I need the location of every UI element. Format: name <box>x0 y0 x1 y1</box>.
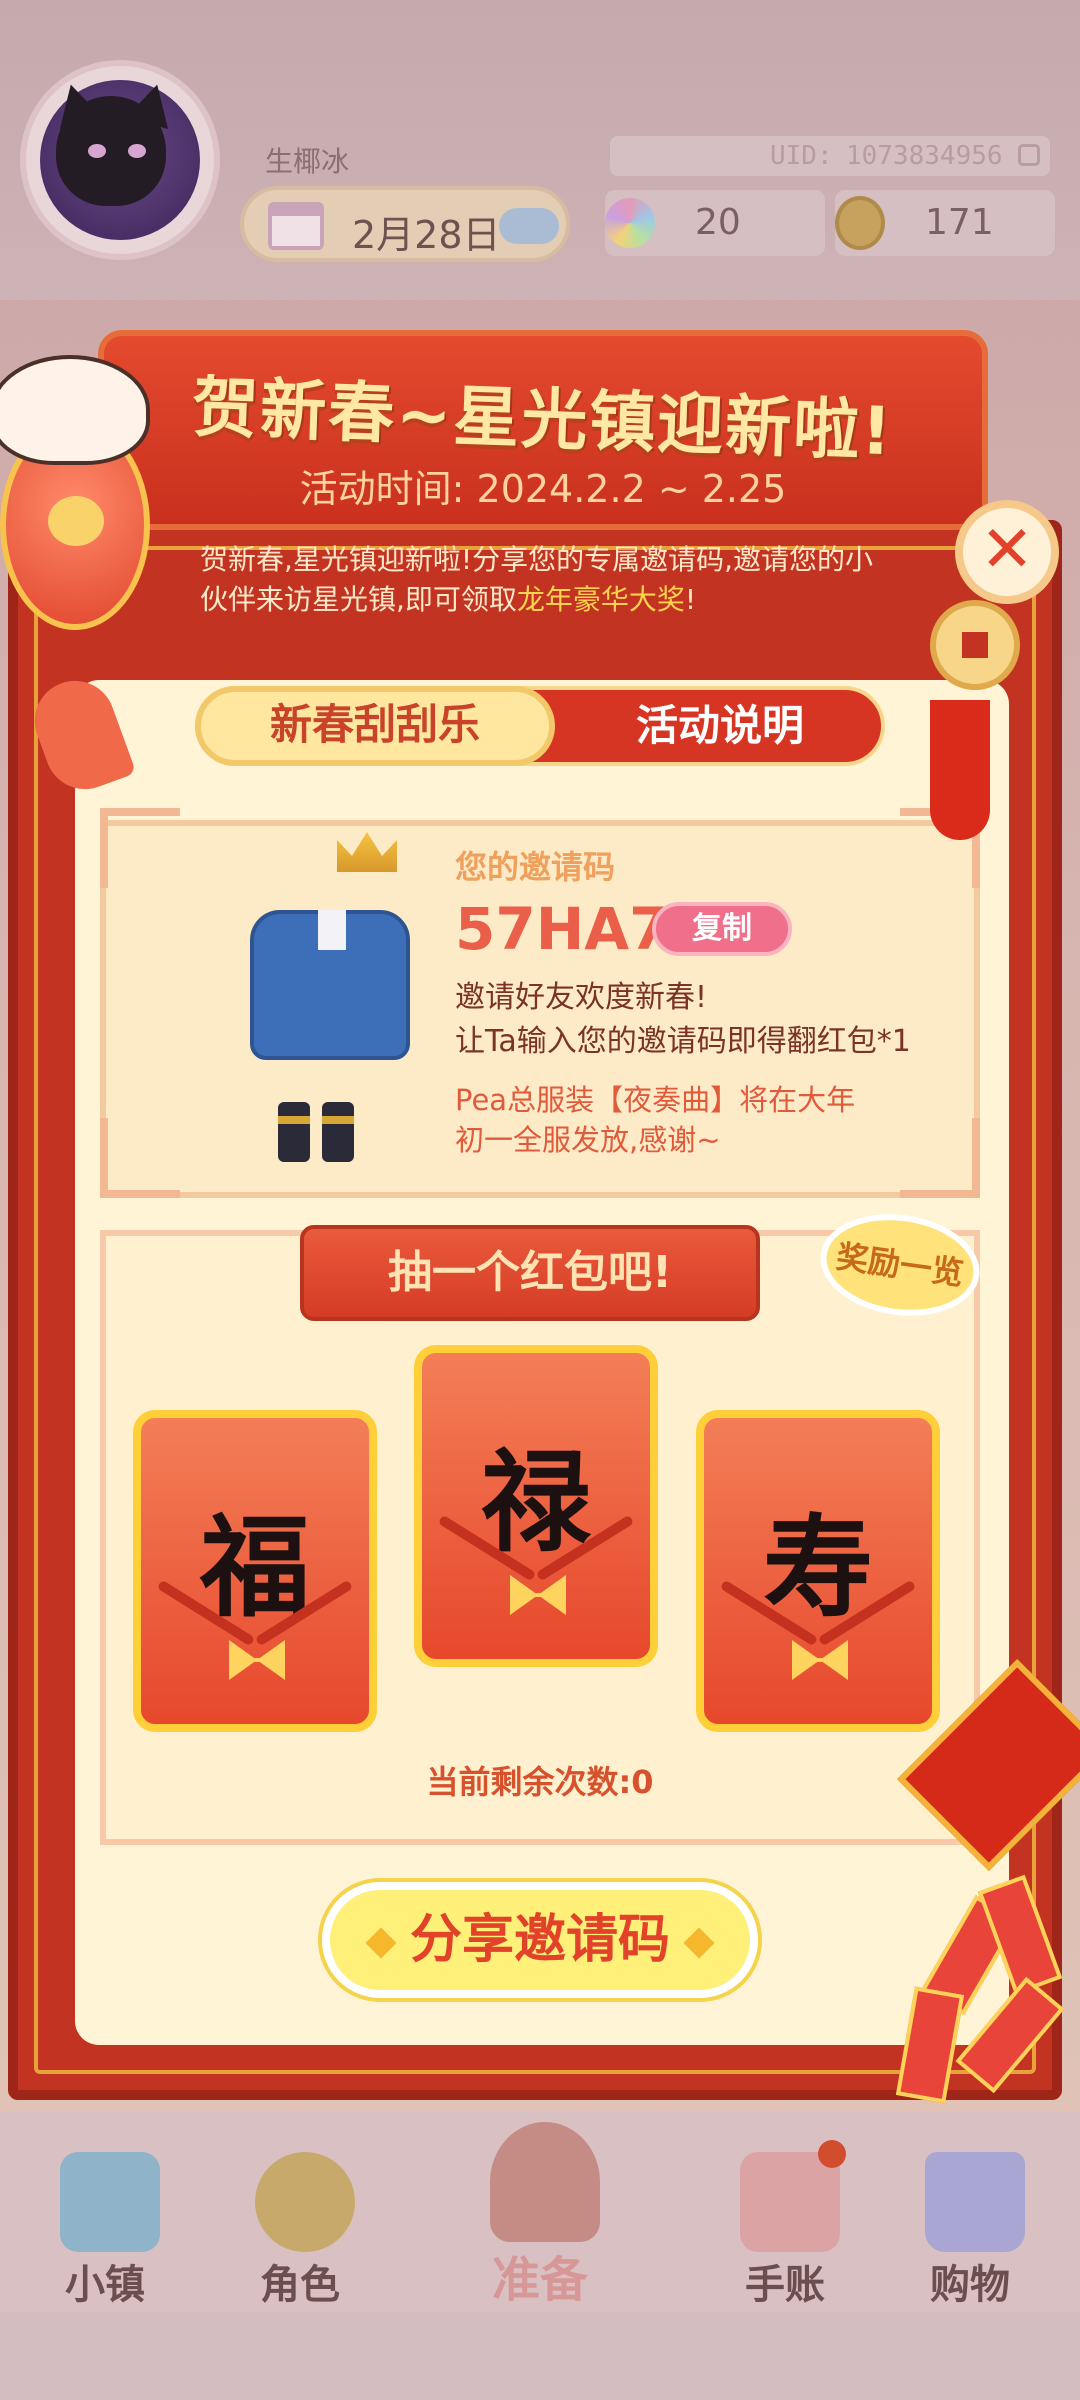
intro-highlight: 龙年豪华大奖 <box>516 583 685 616</box>
uid-value: 1073834956 <box>846 141 1003 171</box>
top-bar: 生椰冰 UID: 1073834956 2月28日 20 171 <box>0 0 1080 300</box>
calendar-icon <box>268 202 324 250</box>
scallop-edge <box>0 280 1080 300</box>
nav-label: 准备 <box>491 2252 588 2308</box>
share-label: 分享邀请码 <box>409 1910 670 1970</box>
username: 生椰冰 <box>265 145 350 178</box>
notification-badge <box>818 2140 846 2168</box>
copy-icon[interactable] <box>1018 144 1040 166</box>
diamond-icon <box>683 1927 715 1959</box>
intro-end: ! <box>684 583 697 616</box>
nav-shop[interactable]: 购物 <box>880 2112 1060 2312</box>
coin-resource[interactable]: 171 <box>835 190 1055 256</box>
paw-icon <box>48 496 104 546</box>
cloud-icon <box>499 208 559 244</box>
basket-icon <box>490 2122 600 2242</box>
cat-eye-left <box>88 144 106 158</box>
journal-icon <box>740 2152 840 2252</box>
nav-label: 角色 <box>260 2262 340 2308</box>
envelope-char: 福 <box>200 1503 310 1632</box>
black-cat-avatar-icon <box>56 96 166 206</box>
outfit-preview <box>230 910 430 1070</box>
nav-label: 购物 <box>930 2262 1010 2308</box>
bow-icon <box>510 1575 566 1615</box>
copy-button[interactable]: 复制 <box>652 902 792 956</box>
map-icon <box>60 2152 160 2252</box>
tab-scratch[interactable]: 新春刮刮乐 <box>195 686 555 766</box>
bow-icon <box>792 1640 848 1680</box>
red-envelope-fu[interactable]: 福 <box>133 1410 377 1732</box>
coin-icon <box>835 196 885 250</box>
nav-town[interactable]: 小镇 <box>15 2112 195 2312</box>
bow-icon <box>229 1640 285 1680</box>
boot-left <box>278 1102 310 1162</box>
corner-ornament <box>100 1118 180 1198</box>
coin-count: 171 <box>925 202 994 243</box>
character-icon <box>255 2152 355 2252</box>
blue-jacket-icon <box>250 910 410 1060</box>
envelope-char: 寿 <box>763 1503 873 1632</box>
boot-right <box>322 1102 354 1162</box>
nav-label: 手账 <box>745 2262 825 2308</box>
draw-title-ribbon: 抽一个红包吧! <box>300 1225 760 1321</box>
event-time: 活动时间: 2024.2.2 ~ 2.25 <box>299 467 787 511</box>
invite-code-label: 您的邀请码 <box>455 848 616 886</box>
flower-resource[interactable]: 20 <box>605 190 825 256</box>
invite-desc-1: 邀请好友欢度新春! <box>455 980 708 1015</box>
flower-icon <box>605 198 655 248</box>
avatar[interactable] <box>20 60 220 260</box>
corner-ornament <box>100 808 180 888</box>
bottom-strip <box>0 2312 1080 2400</box>
shopping-bag-icon <box>925 2152 1025 2252</box>
uid-label: UID: <box>770 141 833 171</box>
invite-desc-2: 让Ta输入您的邀请码即得翻红包*1 <box>455 1024 911 1059</box>
outfit-note: Pea总服装【夜奏曲】将在大年初一全服发放,感谢~ <box>455 1083 856 1157</box>
tassel-icon <box>930 700 990 840</box>
red-envelope-lu[interactable]: 禄 <box>414 1345 658 1667</box>
nav-character[interactable]: 角色 <box>210 2112 390 2312</box>
red-envelope-shou[interactable]: 寿 <box>696 1410 940 1732</box>
diamond-icon <box>365 1927 397 1959</box>
event-intro: 贺新春,星光镇迎新啦!分享您的专属邀请码,邀请您的小伙伴来访星光镇,即可领取龙年… <box>200 540 880 620</box>
nav-label: 小镇 <box>65 2262 145 2308</box>
close-button[interactable]: ✕ <box>955 500 1059 604</box>
mascot-icon <box>0 355 150 465</box>
date-pill: 2月28日 <box>240 186 570 262</box>
flower-count: 20 <box>695 202 741 243</box>
title-banner: 贺新春~星光镇迎新啦! 活动时间: 2024.2.2 ~ 2.25 <box>98 330 988 530</box>
envelope-char: 禄 <box>481 1438 591 1567</box>
bottom-nav: 小镇 角色 准备 手账 购物 <box>0 2112 1080 2312</box>
nav-journal[interactable]: 手账 <box>695 2112 875 2312</box>
invite-code-value: 57HA7 <box>455 895 670 963</box>
coin-ornament-icon <box>930 600 1020 690</box>
share-invite-button[interactable]: 分享邀请码 <box>322 1882 758 1998</box>
boots-icon <box>278 1102 358 1166</box>
tab-event-rules[interactable]: 活动说明 <box>555 686 885 766</box>
uid-display: UID: 1073834956 <box>610 136 1050 176</box>
corner-ornament <box>900 1118 980 1198</box>
date-text: 2月28日 <box>352 213 501 257</box>
nav-prepare[interactable]: 准备 <box>420 2112 660 2312</box>
cat-eye-right <box>128 144 146 158</box>
